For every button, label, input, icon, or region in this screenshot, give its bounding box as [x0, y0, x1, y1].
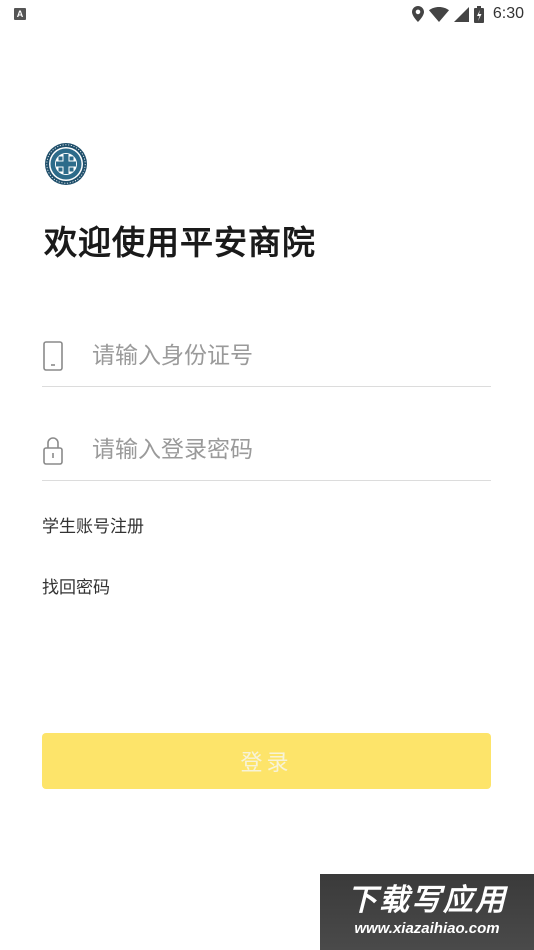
phone-icon [42, 340, 64, 372]
lock-icon [42, 434, 64, 466]
watermark-url: www.xiazaihiao.com [354, 920, 500, 937]
recover-password-link[interactable]: 找回密码 [42, 573, 110, 598]
password-input[interactable] [92, 437, 491, 463]
watermark-logo: 下载写应用 www.xiazaihiao.com [320, 874, 534, 950]
battery-icon [473, 5, 484, 23]
school-logo-icon [45, 143, 87, 185]
status-bar: A 6:30 [0, 0, 534, 28]
password-field [42, 420, 491, 481]
signal-icon [453, 6, 469, 22]
status-icons: 6:30 [411, 5, 524, 23]
status-time: 6:30 [492, 5, 524, 22]
login-button[interactable]: 登录 [42, 733, 491, 789]
student-register-link[interactable]: 学生账号注册 [42, 512, 144, 537]
notification-badge-icon: A [14, 8, 26, 20]
welcome-title: 欢迎使用平安商院 [44, 223, 316, 262]
location-icon [411, 6, 424, 22]
id-number-field [42, 326, 491, 387]
watermark-title: 下载写应用 [347, 883, 507, 918]
id-number-input[interactable] [92, 343, 491, 369]
wifi-icon [428, 6, 449, 22]
